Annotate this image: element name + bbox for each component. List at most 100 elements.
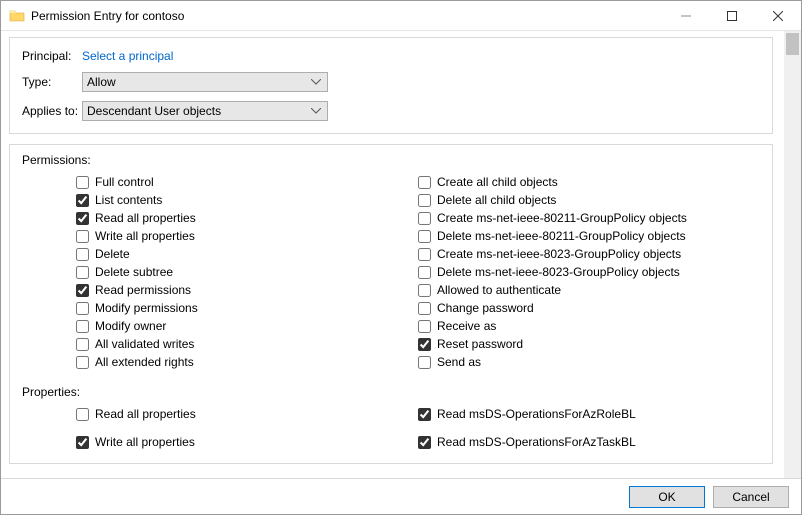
permission-checkbox[interactable] xyxy=(76,212,89,225)
permission-checkbox[interactable] xyxy=(418,320,431,333)
close-button[interactable] xyxy=(755,1,801,31)
permission-checkbox[interactable] xyxy=(76,176,89,189)
permission-item: Change password xyxy=(418,299,760,317)
permission-item: Create all child objects xyxy=(418,173,760,191)
principal-label: Principal: xyxy=(22,49,82,63)
permission-item: Write all properties xyxy=(76,227,418,245)
permission-checkbox[interactable] xyxy=(418,302,431,315)
permission-checkbox[interactable] xyxy=(76,266,89,279)
button-bar: OK Cancel xyxy=(1,478,801,514)
permission-label: Write all properties xyxy=(95,229,195,243)
property-label: Write all properties xyxy=(95,435,195,449)
permission-item: Delete subtree xyxy=(76,263,418,281)
property-item: Read msDS-OperationsForAzRoleBL xyxy=(418,405,760,423)
permission-checkbox[interactable] xyxy=(418,212,431,225)
permissions-grid: Full control List contents Read all proper… xyxy=(76,173,760,371)
permission-checkbox[interactable] xyxy=(76,302,89,315)
permission-item: Allowed to authenticate xyxy=(418,281,760,299)
permission-item: Full control xyxy=(76,173,418,191)
permission-item: Delete xyxy=(76,245,418,263)
permission-checkbox[interactable] xyxy=(418,338,431,351)
permission-checkbox[interactable] xyxy=(76,194,89,207)
permission-item: Delete ms-net-ieee-80211-GroupPolicy obj… xyxy=(418,227,760,245)
property-item: Write all properties xyxy=(76,433,418,451)
permission-label: Delete subtree xyxy=(95,265,173,279)
permission-label: Allowed to authenticate xyxy=(437,283,561,297)
permission-item: Read permissions xyxy=(76,281,418,299)
property-item: Read msDS-OperationsForAzTaskBL xyxy=(418,433,760,451)
permissions-label: Permissions: xyxy=(22,153,760,167)
applies-to-select[interactable]: Descendant User objects xyxy=(82,101,328,121)
permission-label: Create ms-net-ieee-80211-GroupPolicy obj… xyxy=(437,211,687,225)
permission-item: Delete ms-net-ieee-8023-GroupPolicy obje… xyxy=(418,263,760,281)
permission-label: Delete xyxy=(95,247,130,261)
property-label: Read all properties xyxy=(95,407,196,421)
property-item: Read all properties xyxy=(76,405,418,423)
titlebar: Permission Entry for contoso xyxy=(1,1,801,31)
type-select[interactable]: Allow xyxy=(82,72,328,92)
permission-label: Change password xyxy=(437,301,534,315)
permission-checkbox[interactable] xyxy=(76,320,89,333)
permission-item: All validated writes xyxy=(76,335,418,353)
permission-label: Delete all child objects xyxy=(437,193,556,207)
maximize-button[interactable] xyxy=(709,1,755,31)
permission-label: Create ms-net-ieee-8023-GroupPolicy obje… xyxy=(437,247,681,261)
cancel-button[interactable]: Cancel xyxy=(713,486,789,508)
header-panel: Principal: Select a principal Type: Allo… xyxy=(9,37,773,134)
permission-label: All validated writes xyxy=(95,337,194,351)
permission-item: Send as xyxy=(418,353,760,371)
permission-label: Reset password xyxy=(437,337,523,351)
permission-item: Reset password xyxy=(418,335,760,353)
type-label: Type: xyxy=(22,75,82,89)
permission-label: Modify owner xyxy=(95,319,166,333)
permission-checkbox[interactable] xyxy=(76,248,89,261)
properties-grid: Read all propertiesWrite all properties … xyxy=(76,405,760,451)
property-checkbox[interactable] xyxy=(76,436,89,449)
permission-checkbox[interactable] xyxy=(418,248,431,261)
permission-label: Full control xyxy=(95,175,154,189)
permission-checkbox[interactable] xyxy=(76,230,89,243)
folder-icon xyxy=(9,8,25,24)
select-principal-link[interactable]: Select a principal xyxy=(82,49,173,63)
window-controls xyxy=(663,1,801,30)
property-label: Read msDS-OperationsForAzRoleBL xyxy=(437,407,636,421)
properties-label: Properties: xyxy=(22,385,760,399)
permission-label: Read all properties xyxy=(95,211,196,225)
permission-checkbox[interactable] xyxy=(76,356,89,369)
permission-checkbox[interactable] xyxy=(76,338,89,351)
property-checkbox[interactable] xyxy=(418,436,431,449)
property-label: Read msDS-OperationsForAzTaskBL xyxy=(437,435,636,449)
permission-item: Receive as xyxy=(418,317,760,335)
permission-item: List contents xyxy=(76,191,418,209)
permission-checkbox[interactable] xyxy=(418,284,431,297)
permission-checkbox[interactable] xyxy=(418,266,431,279)
ok-button[interactable]: OK xyxy=(629,486,705,508)
permission-label: Create all child objects xyxy=(437,175,558,189)
permission-item: Read all properties xyxy=(76,209,418,227)
permission-item: Modify permissions xyxy=(76,299,418,317)
client-area: Principal: Select a principal Type: Allo… xyxy=(1,31,801,478)
permission-label: Read permissions xyxy=(95,283,191,297)
applies-to-label: Applies to: xyxy=(22,104,82,118)
permission-label: List contents xyxy=(95,193,162,207)
permissions-panel: Permissions: Full control List contents Re… xyxy=(9,144,773,464)
minimize-button[interactable] xyxy=(663,1,709,31)
property-checkbox[interactable] xyxy=(76,408,89,421)
permission-item: Modify owner xyxy=(76,317,418,335)
property-checkbox[interactable] xyxy=(418,408,431,421)
permission-item: Create ms-net-ieee-8023-GroupPolicy obje… xyxy=(418,245,760,263)
permission-item: All extended rights xyxy=(76,353,418,371)
permission-checkbox[interactable] xyxy=(76,284,89,297)
permission-label: Delete ms-net-ieee-80211-GroupPolicy obj… xyxy=(437,229,686,243)
permission-checkbox[interactable] xyxy=(418,176,431,189)
permission-label: Send as xyxy=(437,355,481,369)
permission-checkbox[interactable] xyxy=(418,194,431,207)
permission-label: All extended rights xyxy=(95,355,194,369)
permission-label: Delete ms-net-ieee-8023-GroupPolicy obje… xyxy=(437,265,680,279)
window-title: Permission Entry for contoso xyxy=(31,9,184,23)
permission-item: Delete all child objects xyxy=(418,191,760,209)
permission-label: Receive as xyxy=(437,319,496,333)
permission-label: Modify permissions xyxy=(95,301,198,315)
permission-checkbox[interactable] xyxy=(418,356,431,369)
permission-checkbox[interactable] xyxy=(418,230,431,243)
